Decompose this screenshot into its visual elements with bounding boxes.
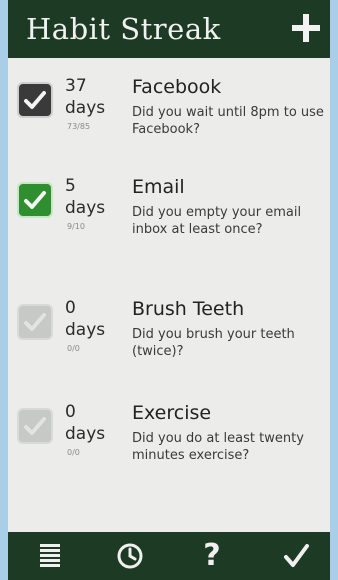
- streak-ratio: 0/0: [67, 448, 80, 457]
- habit-list: 37 days 73/85 Facebook Did you wait unti…: [8, 58, 330, 512]
- checkmark-icon: [24, 417, 46, 435]
- habit-row-facebook[interactable]: 37 days 73/85 Facebook Did you wait unti…: [8, 76, 330, 176]
- checkmark-icon: [284, 544, 309, 567]
- app-header: Habit Streak: [8, 0, 330, 58]
- habit-checkbox-exercise[interactable]: [17, 408, 53, 444]
- streak-ratio: 0/0: [67, 344, 80, 353]
- list-button[interactable]: [32, 538, 68, 574]
- list-icon: [40, 544, 60, 567]
- checkmark-icon: [24, 191, 46, 209]
- done-button[interactable]: [278, 538, 314, 574]
- streak-count: 5: [65, 176, 76, 196]
- phone-screen: Habit Streak 37 days 73/85 Facebook Did …: [8, 0, 330, 580]
- habit-name: Facebook: [132, 76, 222, 98]
- habit-question: Did you brush your teeth (twice)?: [132, 327, 295, 359]
- habit-checkbox-facebook[interactable]: [17, 82, 53, 118]
- streak-unit: days: [65, 98, 106, 118]
- clock-icon: [117, 543, 143, 569]
- streak-count: 37: [65, 76, 87, 96]
- habit-checkbox-brush-teeth[interactable]: [17, 304, 53, 340]
- add-habit-button[interactable]: [288, 10, 324, 46]
- help-icon: ?: [203, 538, 221, 573]
- habit-name: Email: [132, 176, 185, 198]
- streak-ratio: 9/10: [67, 222, 85, 231]
- app-title: Habit Streak: [26, 12, 221, 46]
- habit-row-email[interactable]: 5 days 9/10 Email Did you empty your ema…: [8, 176, 330, 286]
- habit-row-exercise[interactable]: 0 days 0/0 Exercise Did you do at least …: [8, 402, 330, 512]
- checkmark-icon: [24, 313, 46, 331]
- habit-question: Did you do at least twenty minutes exerc…: [132, 431, 304, 463]
- habit-checkbox-email[interactable]: [17, 182, 53, 218]
- streak-unit: days: [65, 198, 106, 218]
- streak-count: 0: [65, 298, 76, 318]
- habit-question: Did you wait until 8pm to use Facebook?: [132, 105, 324, 137]
- habit-name: Brush Teeth: [132, 298, 245, 320]
- history-button[interactable]: [112, 538, 148, 574]
- habit-row-brush-teeth[interactable]: 0 days 0/0 Brush Teeth Did you brush you…: [8, 298, 330, 398]
- checkmark-icon: [24, 91, 46, 109]
- streak-unit: days: [65, 424, 106, 444]
- streak-ratio: 73/85: [67, 122, 91, 131]
- streak-unit: days: [65, 320, 106, 340]
- help-button[interactable]: ?: [194, 538, 230, 574]
- plus-icon: [292, 14, 320, 42]
- habit-question: Did you empty your email inbox at least …: [132, 205, 302, 237]
- streak-count: 0: [65, 402, 76, 422]
- bottom-toolbar: ?: [8, 532, 330, 580]
- habit-name: Exercise: [132, 402, 212, 424]
